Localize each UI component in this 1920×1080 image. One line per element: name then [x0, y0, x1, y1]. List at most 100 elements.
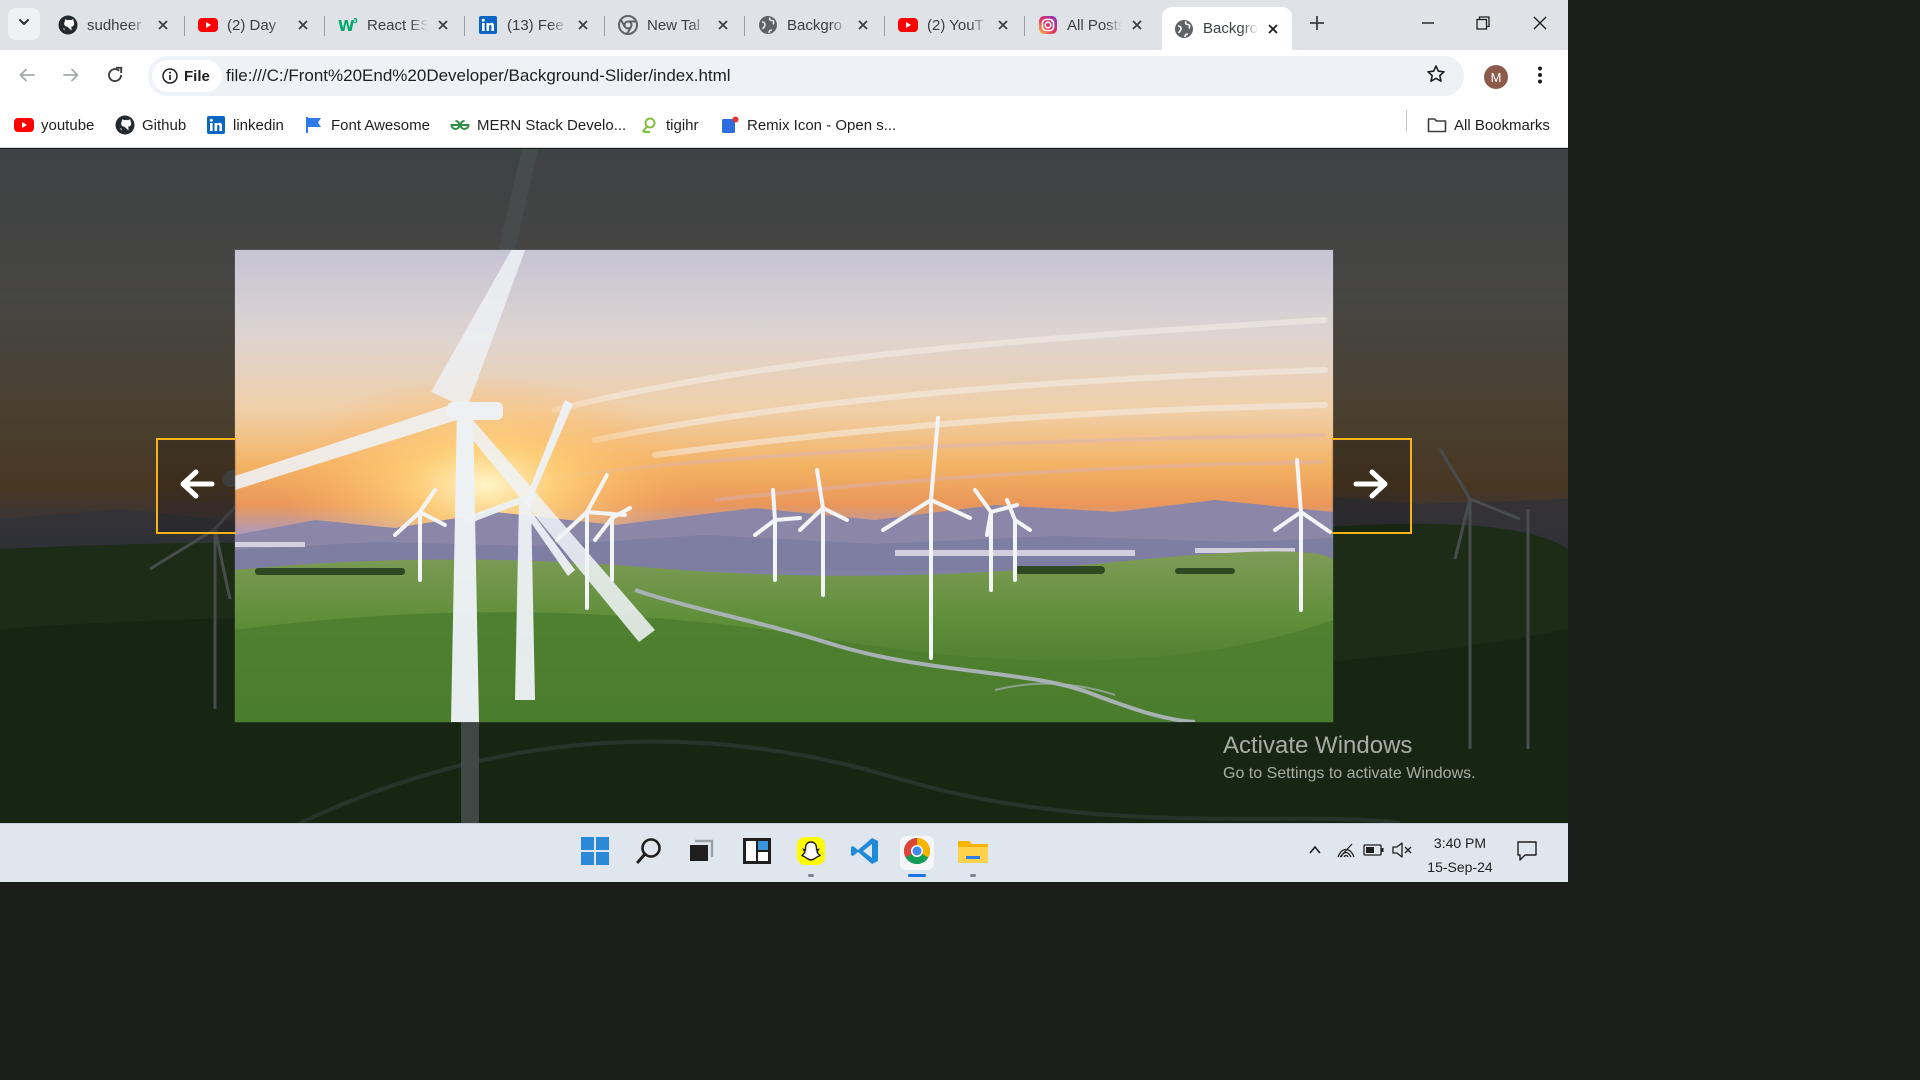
- close-icon[interactable]: [1264, 20, 1282, 38]
- new-tab-button[interactable]: [1304, 12, 1330, 38]
- tab-search-button[interactable]: [8, 8, 40, 40]
- chevron-up-icon: [1307, 842, 1323, 863]
- folder-icon: [1427, 115, 1447, 135]
- task-view-button[interactable]: [684, 836, 718, 870]
- file-explorer-icon: [957, 837, 989, 870]
- system-clock[interactable]: 3:40 PM 15-Sep-24: [1420, 831, 1500, 879]
- snapchat-button[interactable]: [794, 836, 828, 877]
- bookmark-label: Font Awesome: [331, 116, 430, 134]
- background-slider-page: Activate Windows Go to Settings to activ…: [0, 149, 1568, 823]
- tab-new-tab[interactable]: New Tal: [606, 6, 742, 44]
- bookmark-youtube[interactable]: youtube: [14, 113, 94, 137]
- profile-avatar[interactable]: M: [1484, 65, 1508, 89]
- close-icon[interactable]: [854, 16, 872, 34]
- bookmark-star-button[interactable]: [1424, 64, 1448, 88]
- clock-date: 15-Sep-24: [1427, 859, 1493, 875]
- bookmark-label: linkedin: [233, 116, 284, 134]
- battery-icon: [1363, 843, 1385, 862]
- tab-divider: [884, 16, 885, 36]
- address-bar[interactable]: File file:///C:/Front%20End%20Developer/…: [148, 56, 1464, 96]
- close-icon[interactable]: [994, 16, 1012, 34]
- start-button[interactable]: [578, 836, 612, 870]
- notifications-button[interactable]: [1515, 840, 1539, 865]
- close-icon[interactable]: [574, 16, 592, 34]
- show-hidden-icons-button[interactable]: [1303, 840, 1327, 864]
- bookmark-mern-stack[interactable]: MERN Stack Develo...: [450, 113, 626, 137]
- tab-instagram[interactable]: All Posts: [1026, 6, 1156, 44]
- widgets-icon: [742, 837, 772, 870]
- tab-github[interactable]: sudheer: [46, 6, 182, 44]
- tab-divider: [604, 16, 605, 36]
- network-status[interactable]: [1334, 840, 1358, 864]
- volume-status[interactable]: [1390, 840, 1414, 864]
- restore-button[interactable]: [1468, 10, 1498, 40]
- next-slide-button[interactable]: [1332, 438, 1412, 534]
- close-icon[interactable]: [1128, 16, 1146, 34]
- tab-title: Backgro: [1203, 20, 1258, 37]
- chevron-down-icon: [17, 15, 31, 34]
- bookmark-linkedin[interactable]: linkedin: [206, 113, 284, 137]
- tab-divider: [184, 16, 185, 36]
- more-vertical-icon: [1538, 66, 1542, 89]
- tab-youtube-day[interactable]: (2) Day: [186, 6, 322, 44]
- bookmark-label: Remix Icon - Open s...: [747, 116, 897, 134]
- url-text[interactable]: file:///C:/Front%20End%20Developer/Backg…: [226, 66, 731, 86]
- vscode-button[interactable]: [848, 836, 882, 870]
- wind-turbines-photo: [235, 250, 1333, 722]
- tab-youtube[interactable]: (2) YouT: [886, 6, 1022, 44]
- windows-taskbar: 3:40 PM 15-Sep-24: [0, 823, 1568, 882]
- browser-menu-button[interactable]: [1528, 64, 1552, 90]
- chrome-taskbar-button[interactable]: [900, 836, 934, 877]
- bookmark-label: Github: [142, 116, 187, 134]
- bookmarks-bar: youtube Github linkedin Font Awesome MER…: [0, 103, 1568, 148]
- forward-button[interactable]: [56, 62, 86, 92]
- snapchat-icon: [796, 836, 826, 871]
- minimize-icon: [1421, 16, 1435, 35]
- bookmark-github[interactable]: Github: [115, 113, 186, 137]
- taskbar-search-button[interactable]: [632, 836, 666, 870]
- close-icon[interactable]: [154, 16, 172, 34]
- youtube-icon: [198, 15, 218, 35]
- back-button[interactable]: [12, 62, 42, 92]
- battery-status[interactable]: [1362, 840, 1386, 864]
- tab-title: React ES: [367, 16, 428, 34]
- activate-windows-title: Activate Windows: [1223, 732, 1413, 759]
- tab-w3schools[interactable]: W3 React ES: [326, 6, 462, 44]
- tab-linkedin[interactable]: (13) Fee: [466, 6, 602, 44]
- close-window-button[interactable]: [1525, 10, 1555, 40]
- bookmark-tigihr[interactable]: tigihr: [639, 113, 699, 137]
- activate-windows-watermark: Activate Windows Go to Settings to activ…: [1223, 732, 1476, 786]
- clock-time: 3:40 PM: [1433, 835, 1487, 851]
- wifi-icon: [1336, 841, 1356, 864]
- close-icon: [1533, 16, 1547, 35]
- reload-button[interactable]: [100, 62, 130, 92]
- bookmark-font-awesome[interactable]: Font Awesome: [304, 113, 430, 137]
- tab-title: New Tal: [647, 16, 701, 34]
- minimize-button[interactable]: [1413, 10, 1443, 40]
- star-icon: [1426, 64, 1446, 89]
- bookmark-label: tigihr: [666, 116, 699, 134]
- activate-windows-subtitle: Go to Settings to activate Windows.: [1223, 765, 1476, 782]
- site-info-chip[interactable]: File: [152, 60, 222, 92]
- widgets-button[interactable]: [740, 836, 774, 870]
- github-icon: [58, 15, 78, 35]
- close-icon[interactable]: [294, 16, 312, 34]
- windows-start-icon: [580, 836, 610, 871]
- close-icon[interactable]: [714, 16, 732, 34]
- file-explorer-button[interactable]: [956, 836, 990, 877]
- tab-divider: [324, 16, 325, 36]
- tab-background-slider-active[interactable]: Backgro: [1162, 7, 1292, 50]
- bookmark-remix-icon[interactable]: Remix Icon - Open s...: [720, 113, 896, 137]
- prev-slide-button[interactable]: [156, 438, 236, 534]
- tab-divider: [744, 16, 745, 36]
- github-icon: [115, 115, 135, 135]
- svg-text:3: 3: [353, 17, 358, 25]
- tigihr-icon: [639, 115, 659, 135]
- plus-icon: [1309, 15, 1325, 36]
- youtube-icon: [14, 115, 34, 135]
- tab-title: sudheer: [87, 16, 142, 34]
- all-bookmarks-folder[interactable]: All Bookmarks: [1427, 113, 1550, 137]
- tab-background-slider-1[interactable]: Backgro: [746, 6, 882, 44]
- close-icon[interactable]: [434, 16, 452, 34]
- arrow-right-icon: [1353, 468, 1389, 505]
